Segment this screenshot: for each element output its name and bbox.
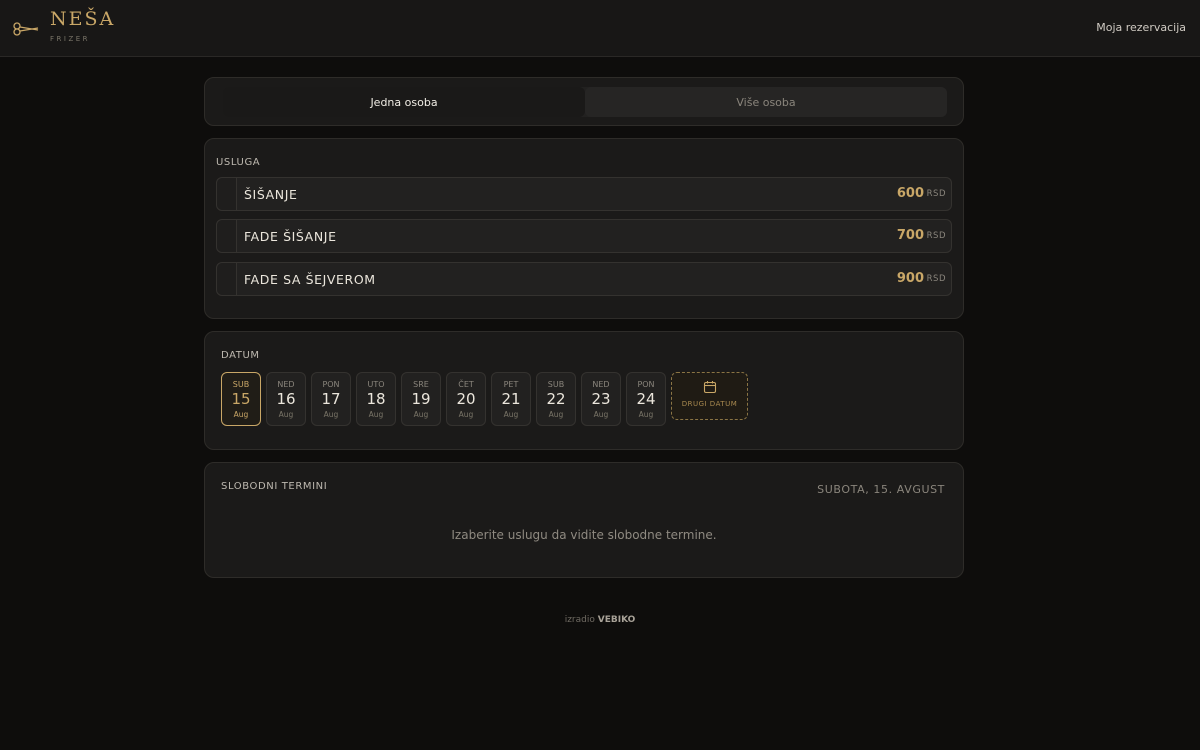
top-bar: NEŠA FRIZER Moja rezervacija — [0, 0, 1200, 57]
date-month: Aug — [503, 410, 519, 419]
date-option[interactable]: NED 16 Aug — [266, 372, 306, 426]
free-slots-heading: SLOBODNI TERMINI — [221, 481, 328, 492]
logo-subtitle: FRIZER — [50, 35, 91, 43]
date-month: Aug — [368, 410, 384, 419]
date-card: DATUM SUB 15 Aug NED 16 Aug PON 17 Aug U… — [204, 331, 964, 450]
date-option[interactable]: SUB 22 Aug — [536, 372, 576, 426]
date-option[interactable]: ČET 20 Aug — [446, 372, 486, 426]
services-heading: USLUGA — [216, 157, 261, 168]
date-day: 18 — [366, 390, 386, 408]
date-heading: DATUM — [221, 350, 260, 361]
date-day: 17 — [321, 390, 341, 408]
service-select-indicator — [217, 263, 237, 295]
date-month: Aug — [233, 410, 249, 419]
date-weekday: SRE — [413, 380, 429, 389]
service-item[interactable]: ŠIŠANJE 600 RSD — [216, 177, 952, 211]
date-day: 19 — [411, 390, 431, 408]
service-currency: RSD — [926, 189, 946, 199]
date-option[interactable]: PON 24 Aug — [626, 372, 666, 426]
date-day: 24 — [636, 390, 656, 408]
logo-name[interactable]: NEŠA — [50, 8, 115, 30]
booking-mode-toggle: Jedna osoba Više osoba — [223, 87, 947, 117]
date-weekday: UTO — [367, 380, 385, 389]
booking-mode-card: Jedna osoba Više osoba — [204, 77, 964, 126]
footer-credit: izradio VEBIKO — [0, 615, 1200, 625]
date-weekday: NED — [277, 380, 295, 389]
toggle-multiple-persons[interactable]: Više osoba — [585, 87, 947, 117]
date-weekday: ČET — [458, 380, 474, 389]
other-date-label: DRUGI DATUM — [681, 400, 738, 408]
free-slots-card: SLOBODNI TERMINI SUBOTA, 15. AVGUST Izab… — [204, 462, 964, 578]
date-month: Aug — [548, 410, 564, 419]
date-day: 22 — [546, 390, 566, 408]
service-select-indicator — [217, 220, 237, 252]
date-weekday: PET — [503, 380, 519, 389]
date-day: 20 — [456, 390, 476, 408]
service-currency: RSD — [926, 231, 946, 241]
date-month: Aug — [638, 410, 654, 419]
service-price: 700 — [896, 228, 924, 243]
toggle-single-person[interactable]: Jedna osoba — [223, 87, 585, 117]
service-price: 900 — [896, 271, 924, 286]
calendar-icon — [703, 381, 717, 394]
service-item[interactable]: FADE ŠIŠANJE 700 RSD — [216, 219, 952, 253]
date-option[interactable]: PET 21 Aug — [491, 372, 531, 426]
footer-brand-link[interactable]: VEBIKO — [598, 615, 636, 625]
date-option[interactable]: UTO 18 Aug — [356, 372, 396, 426]
date-month: Aug — [278, 410, 294, 419]
date-day: 15 — [231, 390, 251, 408]
date-option[interactable]: SRE 19 Aug — [401, 372, 441, 426]
service-item[interactable]: FADE SA ŠEJVEROM 900 RSD — [216, 262, 952, 296]
service-name: ŠIŠANJE — [244, 187, 298, 202]
service-price: 600 — [896, 186, 924, 201]
services-card: USLUGA ŠIŠANJE 600 RSD FADE ŠIŠANJE 700 … — [204, 138, 964, 319]
other-date-button[interactable]: DRUGI DATUM — [671, 372, 748, 420]
date-option[interactable]: NED 23 Aug — [581, 372, 621, 426]
my-reservation-link[interactable]: Moja rezervacija — [1096, 21, 1186, 34]
date-day: 23 — [591, 390, 611, 408]
date-day: 16 — [276, 390, 296, 408]
service-currency: RSD — [926, 274, 946, 284]
date-month: Aug — [593, 410, 609, 419]
date-weekday: SUB — [232, 380, 250, 389]
date-weekday: PON — [322, 380, 340, 389]
date-day: 21 — [501, 390, 521, 408]
date-option[interactable]: SUB 15 Aug — [221, 372, 261, 426]
footer-made-by: izradio — [564, 615, 595, 625]
selected-date-label: SUBOTA, 15. AVGUST — [817, 483, 945, 496]
service-name: FADE ŠIŠANJE — [244, 229, 337, 244]
date-month: Aug — [413, 410, 429, 419]
date-month: Aug — [458, 410, 474, 419]
service-name: FADE SA ŠEJVEROM — [244, 272, 376, 287]
date-month: Aug — [323, 410, 339, 419]
date-weekday: PON — [637, 380, 655, 389]
date-weekday: NED — [592, 380, 610, 389]
empty-slots-message: Izaberite uslugu da vidite slobodne term… — [451, 528, 717, 542]
scissors-icon — [13, 22, 39, 36]
date-weekday: SUB — [547, 380, 565, 389]
service-select-indicator — [217, 178, 237, 210]
date-option[interactable]: PON 17 Aug — [311, 372, 351, 426]
